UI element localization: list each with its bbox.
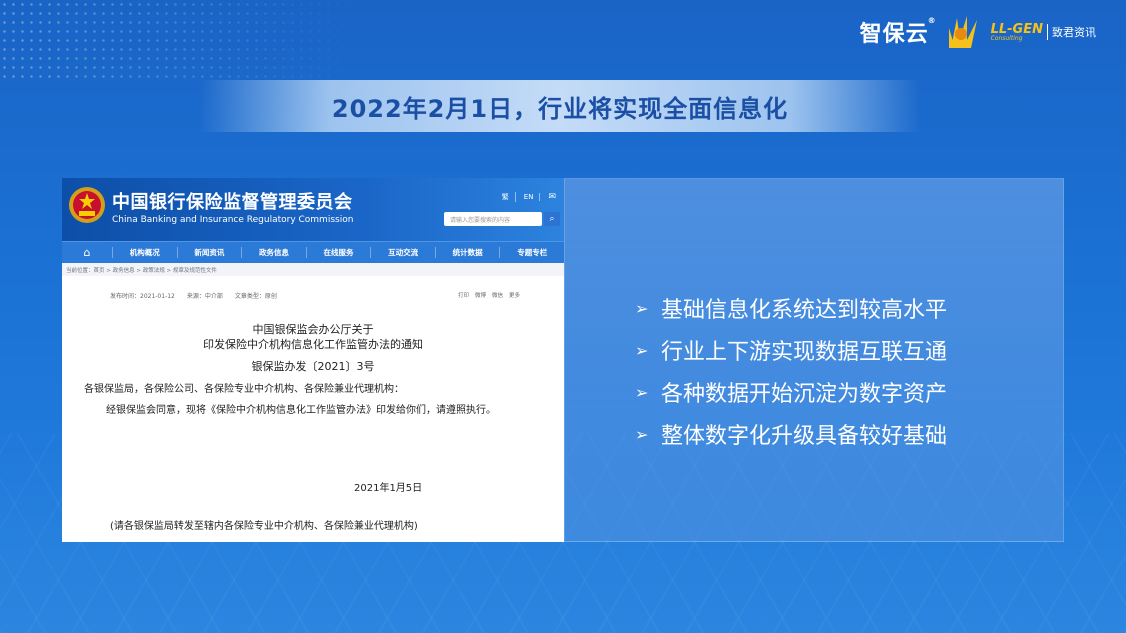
llgen-cn: 致君资讯 [1047, 24, 1096, 40]
llgen-sub: Consulting [990, 34, 1023, 42]
chevron-right-icon: ➢ [635, 298, 649, 318]
brand-logos: 智保云 ® LL-GEN Consulting 致君资讯 [860, 12, 1096, 52]
lang-english[interactable]: EN [524, 193, 541, 201]
article-meta: 发布时间：2021-01-12 来源：中介部 文章类型：原创 [110, 291, 277, 300]
weibo-link[interactable]: 微博 [475, 291, 486, 299]
nav-item[interactable]: 专题专栏 [499, 247, 564, 258]
list-item: ➢ 行业上下游实现数据互联互通 [635, 329, 947, 371]
org-name-en: China Banking and Insurance Regulatory C… [112, 215, 354, 225]
nav-item[interactable]: 机构概况 [112, 247, 177, 258]
cbirc-screenshot: 中国银行保险监督管理委员会 China Banking and Insuranc… [62, 178, 564, 542]
source: 来源：中介部 [186, 293, 223, 300]
nav-item[interactable]: 在线服务 [305, 247, 371, 258]
bullet-list: ➢ 基础信息化系统达到较高水平 ➢ 行业上下游实现数据互联互通 ➢ 各种数据开始… [635, 287, 947, 455]
bullet-text: 各种数据开始沉淀为数字资产 [661, 382, 948, 407]
dot-pattern [0, 0, 360, 80]
list-item: ➢ 整体数字化升级具备较好基础 [635, 413, 947, 455]
llgen-logo: LL-GEN Consulting 致君资讯 [947, 14, 1096, 50]
cbirc-header: 中国银行保险监督管理委员会 China Banking and Insuranc… [62, 178, 564, 241]
llgen-name: LL-GEN [990, 21, 1043, 37]
doc-recipients: 各银保监局，各保险公司、各保险专业中介机构、各保险兼业代理机构： [84, 384, 404, 395]
chevron-right-icon: ➢ [635, 424, 649, 444]
nav-item[interactable]: 互动交流 [370, 247, 435, 258]
breadcrumb: 当前位置：首页 > 政务信息 > 政策法规 > 规章及规范性文件 [62, 263, 564, 276]
mail-icon[interactable]: ✉ [548, 192, 556, 202]
nav-item[interactable]: 新闻资讯 [176, 247, 242, 258]
nav-item[interactable]: 统计数据 [434, 247, 500, 258]
doc-body: 经银保监会同意，现将《保险中介机构信息化工作监管办法》印发给你们，请遵照执行。 [106, 405, 496, 416]
doc-date: 2021年1月5日 [354, 483, 423, 494]
bullet-box: ➢ 基础信息化系统达到较高水平 ➢ 行业上下游实现数据互联互通 ➢ 各种数据开始… [564, 178, 1064, 542]
bullet-text: 基础信息化系统达到较高水平 [661, 298, 948, 323]
lang-traditional[interactable]: 繁 [502, 192, 516, 202]
search-input[interactable]: 请输入您要搜索的内容 [444, 212, 542, 226]
doc-number: 银保监办发〔2021〕3号 [251, 360, 375, 373]
zhibaoyun-logo: 智保云 ® [859, 16, 936, 48]
main-nav: ⌂ 机构概况 新闻资讯 政务信息 在线服务 互动交流 统计数据 专题专栏 [62, 241, 564, 263]
home-icon[interactable]: ⌂ [62, 246, 112, 259]
publish-time: 发布时间：2021-01-12 [110, 293, 175, 300]
doc-footnote: (请各银保监局转发至辖内各保险专业中介机构、各保险兼业代理机构) [110, 521, 418, 532]
national-emblem-icon [69, 187, 105, 223]
wechat-link[interactable]: 微信 [492, 291, 503, 299]
bullet-text: 整体数字化升级具备较好基础 [661, 424, 948, 449]
zhibaoyun-text: 智保云 [859, 22, 929, 47]
title-banner: 2022年2月1日，行业将实现全面信息化 [200, 80, 920, 132]
doc-title-line-2: 印发保险中介机构信息化工作监管办法的通知 [203, 338, 423, 351]
bullet-text: 行业上下游实现数据互联互通 [661, 340, 948, 365]
search-icon[interactable]: ⌕ [544, 212, 560, 226]
nav-item[interactable]: 政务信息 [241, 247, 306, 258]
more-link[interactable]: 更多 [509, 291, 520, 299]
org-name-cn: 中国银行保险监督管理委员会 [112, 192, 353, 213]
doc-title-line-1: 中国银保监会办公厅关于 [252, 323, 374, 336]
list-item: ➢ 基础信息化系统达到较高水平 [635, 287, 947, 329]
share-tools: 打印 微博 微信 更多 [458, 291, 520, 299]
doc-type: 文章类型：原创 [234, 293, 277, 300]
list-item: ➢ 各种数据开始沉淀为数字资产 [635, 371, 947, 413]
registered-mark: ® [927, 16, 937, 25]
chevron-right-icon: ➢ [635, 382, 649, 402]
print-link[interactable]: 打印 [458, 291, 469, 299]
llgen-sunburst-icon [948, 16, 977, 48]
chevron-right-icon: ➢ [635, 340, 649, 360]
page-title: 2022年2月1日，行业将实现全面信息化 [331, 94, 789, 123]
language-switch: 繁 EN ✉ [502, 192, 556, 202]
